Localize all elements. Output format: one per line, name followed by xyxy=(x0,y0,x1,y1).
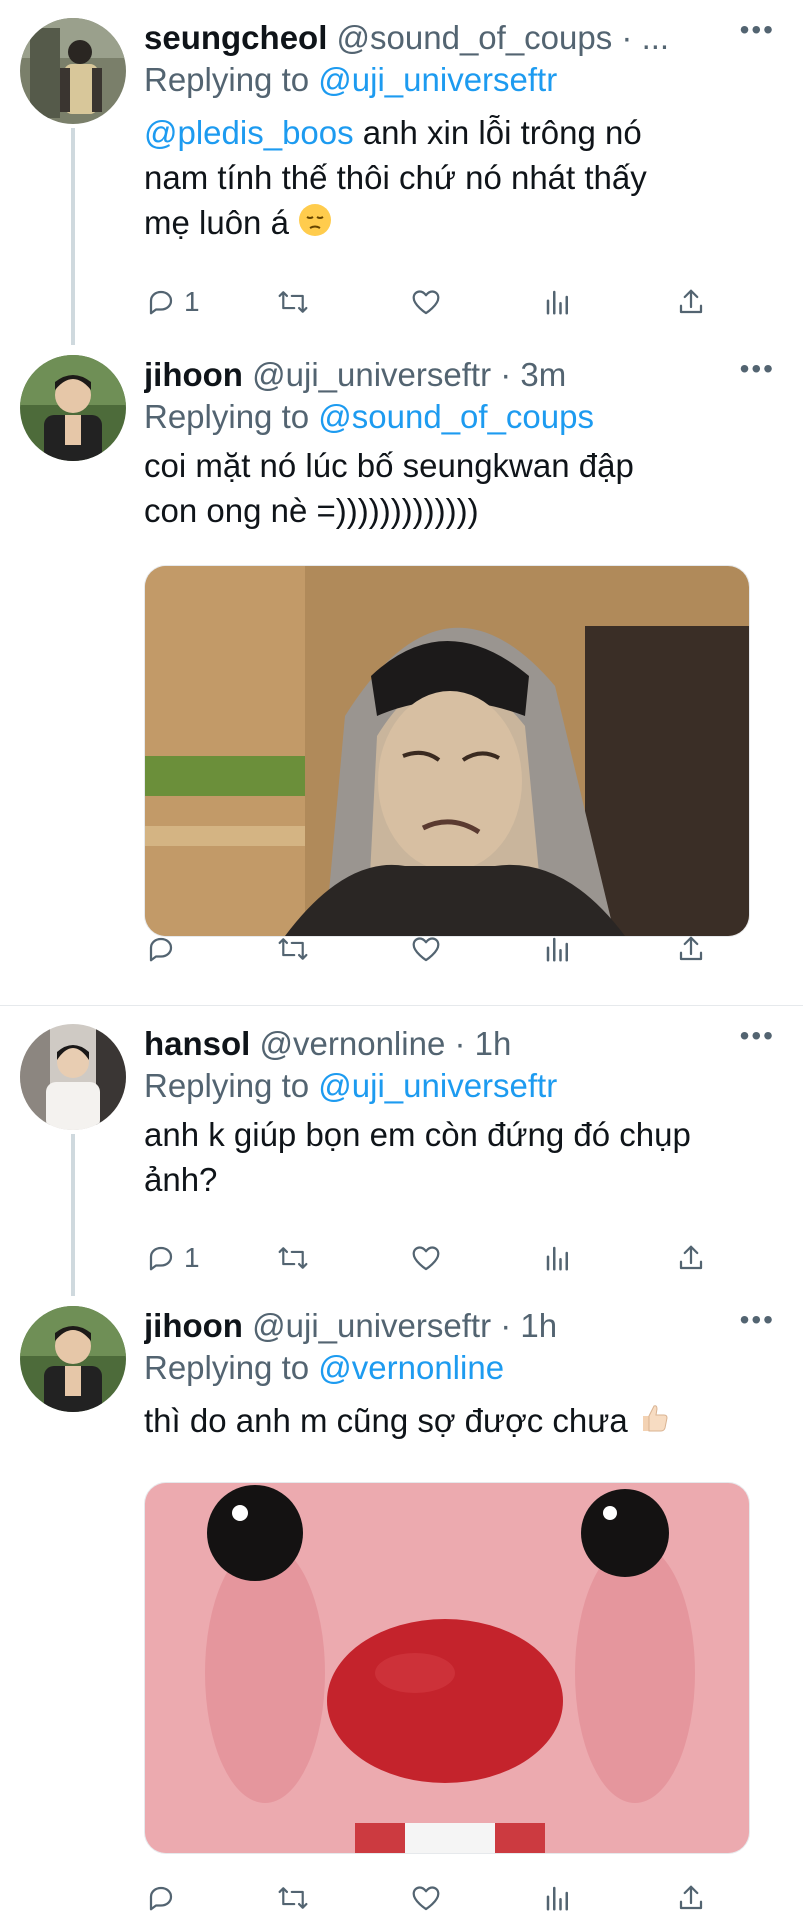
share-button[interactable] xyxy=(676,1236,706,1280)
replying-to-link[interactable]: @sound_of_coups xyxy=(318,398,594,435)
like-button[interactable] xyxy=(410,1236,442,1280)
retweet-icon xyxy=(278,1247,308,1269)
replying-to: Replying to @sound_of_coups xyxy=(144,398,594,435)
reply-button[interactable]: 1 xyxy=(146,280,200,324)
replying-to-link[interactable]: @uji_universeftr xyxy=(318,61,557,98)
share-icon xyxy=(679,1245,703,1270)
replying-to: Replying to @vernonline xyxy=(144,1349,505,1386)
reply-count: 1 xyxy=(184,286,200,317)
share-icon xyxy=(679,936,703,961)
like-button[interactable] xyxy=(410,927,442,971)
display-name[interactable]: jihoon xyxy=(144,356,243,393)
retweet-button[interactable] xyxy=(276,1876,310,1920)
user-handle[interactable]: @vernonline xyxy=(260,1025,446,1062)
tweet-text: anh k giúp bọn em còn đứng đó chụp ảnh? xyxy=(144,1116,691,1198)
display-name[interactable]: hansol xyxy=(144,1025,250,1062)
share-icon xyxy=(679,289,703,314)
analytics-icon xyxy=(546,290,568,315)
retweet-icon xyxy=(278,1887,308,1909)
tweet-actions: 1 xyxy=(144,280,744,324)
share-button[interactable] xyxy=(676,1876,706,1920)
tweet-time: · 1h xyxy=(500,1307,558,1344)
reply-icon xyxy=(149,937,173,962)
user-handle[interactable]: @uji_universeftr xyxy=(252,1307,491,1344)
display-name[interactable]: seungcheol xyxy=(144,19,327,56)
tweet-time: · ... xyxy=(621,19,670,56)
retweet-button[interactable] xyxy=(276,1236,310,1280)
analytics-button[interactable] xyxy=(544,1236,572,1280)
retweet-button[interactable] xyxy=(276,927,310,971)
replying-to: Replying to @uji_universeftr xyxy=(144,61,558,98)
tweet-time: · 3m xyxy=(500,356,567,393)
share-button[interactable] xyxy=(676,927,706,971)
user-handle[interactable]: @uji_universeftr xyxy=(252,356,491,393)
more-icon[interactable]: ••• xyxy=(740,14,775,46)
reply-icon xyxy=(149,1246,173,1271)
share-button[interactable] xyxy=(676,280,706,324)
replying-to-link[interactable]: @vernonline xyxy=(318,1349,504,1386)
reply-button[interactable] xyxy=(146,1876,184,1920)
like-icon xyxy=(412,290,440,315)
tweet-jihoon-reply[interactable]: jihoon @uji_universeftr · 1h Replying to… xyxy=(0,1296,803,1920)
tweet-actions: 1 xyxy=(144,1236,744,1280)
tweet-text: @pledis_boos anh xin lỗi trông nó nam tí… xyxy=(144,110,752,248)
thread-line xyxy=(71,1134,75,1296)
more-icon[interactable]: ••• xyxy=(740,353,775,385)
reply-count: 1 xyxy=(184,1242,200,1273)
share-icon xyxy=(679,1885,703,1910)
avatar[interactable] xyxy=(20,1306,126,1412)
user-handle[interactable]: @sound_of_coups xyxy=(337,19,613,56)
avatar[interactable] xyxy=(20,355,126,461)
display-name[interactable]: jihoon xyxy=(144,1307,243,1344)
tweet-photo[interactable] xyxy=(144,565,750,937)
analytics-button[interactable] xyxy=(544,280,572,324)
tweet-actions xyxy=(144,927,744,971)
more-icon[interactable]: ••• xyxy=(740,1304,775,1336)
retweet-button[interactable] xyxy=(276,280,310,324)
analytics-button[interactable] xyxy=(544,1876,572,1920)
thread-line xyxy=(71,128,75,345)
like-icon xyxy=(412,1246,440,1271)
like-icon xyxy=(412,1886,440,1911)
retweet-icon xyxy=(278,291,308,313)
replying-to: Replying to @uji_universeftr xyxy=(144,1067,558,1104)
analytics-icon xyxy=(546,1246,568,1271)
tweet-actions xyxy=(144,1876,744,1920)
replying-to-link[interactable]: @uji_universeftr xyxy=(318,1067,557,1104)
pensive-face-icon xyxy=(298,203,332,248)
tweet-photo[interactable] xyxy=(144,1482,750,1854)
retweet-icon xyxy=(278,938,308,960)
tweet-seungcheol[interactable]: seungcheol @sound_of_coups · ... Replyin… xyxy=(0,0,803,345)
like-icon xyxy=(412,937,440,962)
avatar[interactable] xyxy=(20,1024,126,1130)
tweet-hansol[interactable]: hansol @vernonline · 1h Replying to @uji… xyxy=(0,1006,803,1296)
reply-icon xyxy=(149,1886,173,1911)
tweet-text: coi mặt nó lúc bố seungkwan đập con ong … xyxy=(144,447,634,529)
like-button[interactable] xyxy=(410,1876,442,1920)
reply-icon xyxy=(149,290,173,315)
more-icon[interactable]: ••• xyxy=(740,1020,775,1052)
analytics-icon xyxy=(546,937,568,962)
tweet-time: · 1h xyxy=(454,1025,512,1062)
mention-link[interactable]: @pledis_boos xyxy=(144,114,354,151)
tweet-jihoon[interactable]: jihoon @uji_universeftr · 3m Replying to… xyxy=(0,345,803,1005)
thumbs-up-icon xyxy=(637,1401,671,1446)
avatar[interactable] xyxy=(20,18,126,124)
analytics-button[interactable] xyxy=(544,927,572,971)
tweet-text: thì do anh m cũng sợ được chưa xyxy=(144,1398,752,1446)
analytics-icon xyxy=(546,1886,568,1911)
reply-button[interactable] xyxy=(146,927,184,971)
reply-button[interactable]: 1 xyxy=(146,1236,200,1280)
like-button[interactable] xyxy=(410,280,442,324)
